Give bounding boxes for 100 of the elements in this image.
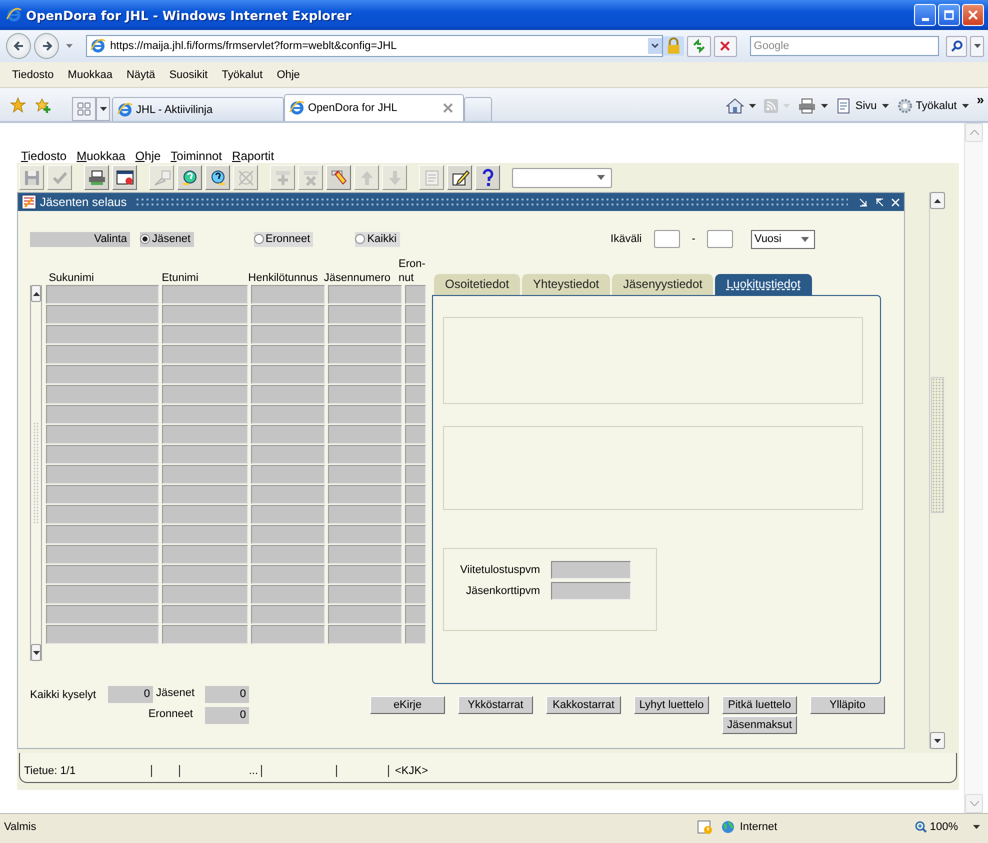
input-field[interactable] [251,365,325,384]
dropdown-field[interactable]: Vuosi [751,230,816,248]
input-field[interactable] [46,565,159,584]
search-field[interactable]: Google [750,36,940,56]
input-field[interactable] [251,485,325,504]
input-field[interactable] [46,465,159,484]
input-field[interactable] [405,565,426,584]
close-button[interactable] [962,4,984,26]
input-field[interactable] [46,505,159,524]
tab[interactable]: Luokitustiedot [715,274,812,295]
input-field[interactable] [405,325,426,344]
scroll-up-button[interactable] [31,285,41,302]
browser-tab[interactable]: JHL - Aktiivilinja [112,97,284,121]
input-field[interactable] [328,325,402,344]
toolbar-button[interactable] [84,165,109,190]
input-field[interactable] [251,505,325,524]
input-field[interactable] [405,465,426,484]
input-field[interactable] [46,545,159,564]
search-button[interactable] [946,36,968,56]
input-field[interactable] [46,285,159,304]
toolbar-button[interactable] [475,165,500,190]
zoom-button[interactable]: 100% [914,821,980,833]
new-tab-button[interactable] [464,97,492,121]
tab[interactable]: Osoitetiedot [434,274,520,295]
toolbar-button[interactable] [112,165,137,190]
stop-button[interactable] [714,36,737,56]
scroll-up-button[interactable] [930,192,945,209]
address-field[interactable]: https://maija.jhl.fi/forms/frmservlet?form=weblt&config=JHL [86,35,664,57]
search-options-button[interactable] [970,36,984,56]
menu-item[interactable]: Tiedosto [5,68,61,80]
input-field[interactable] [405,405,426,424]
input-field[interactable] [162,425,248,444]
back-button[interactable] [6,33,32,59]
input-field[interactable] [405,525,426,544]
input-field[interactable] [405,285,426,304]
input-field[interactable] [405,505,426,524]
input-field[interactable] [405,585,426,604]
input-field[interactable] [707,230,734,248]
radio-button[interactable]: Jäsenet [140,232,194,246]
input-field[interactable] [405,345,426,364]
form-button[interactable]: eKirje [370,696,445,714]
input-field[interactable] [251,305,325,324]
input-field[interactable] [162,545,248,564]
menu-item[interactable]: Raportit [232,149,274,163]
tab[interactable]: Yhteystiedot [522,274,610,295]
menu-item[interactable]: Työkalut [214,68,270,80]
input-field[interactable] [405,425,426,444]
input-field[interactable] [328,565,402,584]
input-field[interactable] [162,465,248,484]
menu-item[interactable]: Muokkaa [60,68,120,80]
input-field[interactable] [162,505,248,524]
input-field[interactable] [405,485,426,504]
maximize-button[interactable] [938,4,960,26]
input-field[interactable] [251,565,325,584]
input-field[interactable] [46,365,159,384]
input-field[interactable] [251,405,325,424]
form-button[interactable]: Kakkostarrat [546,696,621,714]
input-field[interactable] [162,305,248,324]
input-field[interactable] [405,385,426,404]
radio-button[interactable]: Kaikki [355,232,400,246]
input-field[interactable] [328,365,402,384]
dropdown-field[interactable] [512,168,612,188]
input-field[interactable] [162,405,248,424]
input-field[interactable] [251,425,325,444]
input-field[interactable] [46,425,159,444]
input-field[interactable] [46,445,159,464]
input-field[interactable] [654,230,680,248]
input-field[interactable] [162,365,248,384]
input-field[interactable] [405,365,426,384]
input-field[interactable] [251,445,325,464]
menu-item[interactable]: Tiedosto [21,149,67,163]
input-field[interactable] [46,325,159,344]
input-field[interactable] [162,485,248,504]
input-field[interactable] [162,585,248,604]
scroll-thumb[interactable] [931,377,944,513]
form-button[interactable]: Ylläpito [810,696,885,714]
input-field[interactable] [46,405,159,424]
scrollbar[interactable] [30,285,42,661]
toolbar-button[interactable] [447,165,472,190]
input-field[interactable] [251,625,325,644]
input-field[interactable] [162,565,248,584]
input-field[interactable] [328,385,402,404]
input-field[interactable] [162,445,248,464]
input-field[interactable] [251,525,325,544]
input-field[interactable] [251,345,325,364]
input-field[interactable] [162,605,248,624]
form-button[interactable]: Jäsenmaksut [722,716,797,734]
input-field[interactable] [328,425,402,444]
form-button[interactable]: Ykköstarrat [458,696,533,714]
toolbar-button[interactable]: Työkalut [892,93,973,119]
scrollbar[interactable] [929,192,945,749]
input-field[interactable] [46,345,159,364]
input-field[interactable] [251,465,325,484]
minimize-button[interactable] [914,4,936,26]
input-field[interactable] [162,625,248,644]
input-field[interactable] [328,345,402,364]
input-field[interactable] [251,605,325,624]
refresh-button[interactable] [687,36,711,56]
input-field[interactable] [328,465,402,484]
input-field[interactable] [46,625,159,644]
